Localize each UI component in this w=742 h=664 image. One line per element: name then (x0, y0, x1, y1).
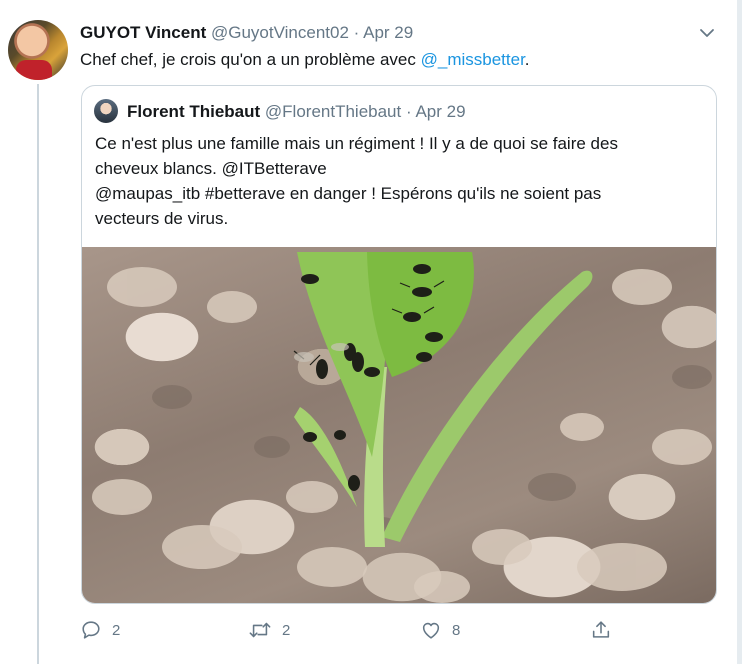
quoted-text-line: cheveux blancs. @ITBetterave (95, 159, 327, 178)
avatar[interactable] (8, 20, 68, 80)
heart-icon[interactable] (420, 619, 442, 641)
tweet-header: GUYOT Vincent @GuyotVincent02 · Apr 29 (80, 22, 413, 44)
tweet-text-suffix: . (524, 50, 530, 69)
reply-icon[interactable] (80, 619, 102, 641)
quoted-text: Ce n'est plus une famille mais un régime… (95, 131, 701, 231)
retweet-action[interactable]: 2 (248, 617, 290, 643)
reply-action[interactable]: 2 (80, 617, 120, 643)
quoted-date[interactable]: Apr 29 (415, 102, 465, 121)
tweet-text-prefix: Chef chef, je crois qu'on a un problème … (80, 50, 421, 69)
reply-count: 2 (112, 621, 121, 639)
author-handle[interactable]: @GuyotVincent02 (211, 23, 349, 42)
author-name[interactable]: GUYOT Vincent (80, 23, 206, 42)
chevron-down-icon[interactable] (696, 24, 718, 42)
tweet-card[interactable]: GUYOT Vincent @GuyotVincent02 · Apr 29 C… (0, 0, 738, 664)
like-count: 8 (452, 621, 461, 639)
sugar-beet-seedling-image (92, 252, 712, 603)
avatar-shirt (16, 60, 52, 80)
quoted-date-separator: · (405, 102, 412, 121)
quoted-author-name[interactable]: Florent Thiebaut (127, 102, 260, 121)
retweet-count: 2 (282, 621, 291, 639)
like-action[interactable]: 8 (420, 617, 460, 643)
mention-link[interactable]: @_missbetter (421, 50, 525, 69)
quoted-header: Florent Thiebaut @FlorentThiebaut · Apr … (127, 101, 466, 123)
quoted-avatar[interactable] (94, 99, 118, 123)
tweet-text: Chef chef, je crois qu'on a un problème … (80, 49, 530, 71)
quoted-text-line: Ce n'est plus une famille mais un régime… (95, 134, 618, 153)
quoted-photo[interactable] (82, 247, 716, 603)
quoted-text-line: @maupas_itb #betterave en danger ! Espér… (95, 184, 602, 203)
tweet-date[interactable]: Apr 29 (363, 23, 413, 42)
retweet-icon[interactable] (248, 619, 272, 641)
quoted-text-line: vecteurs de virus. (95, 209, 229, 228)
quoted-author-handle[interactable]: @FlorentThiebaut (265, 102, 401, 121)
quoted-tweet[interactable]: Florent Thiebaut @FlorentThiebaut · Apr … (81, 85, 717, 604)
date-separator: · (353, 23, 360, 42)
action-bar: 2 2 8 (80, 617, 640, 643)
share-icon[interactable] (590, 619, 612, 641)
share-action[interactable] (590, 617, 612, 643)
thread-line (37, 84, 39, 664)
